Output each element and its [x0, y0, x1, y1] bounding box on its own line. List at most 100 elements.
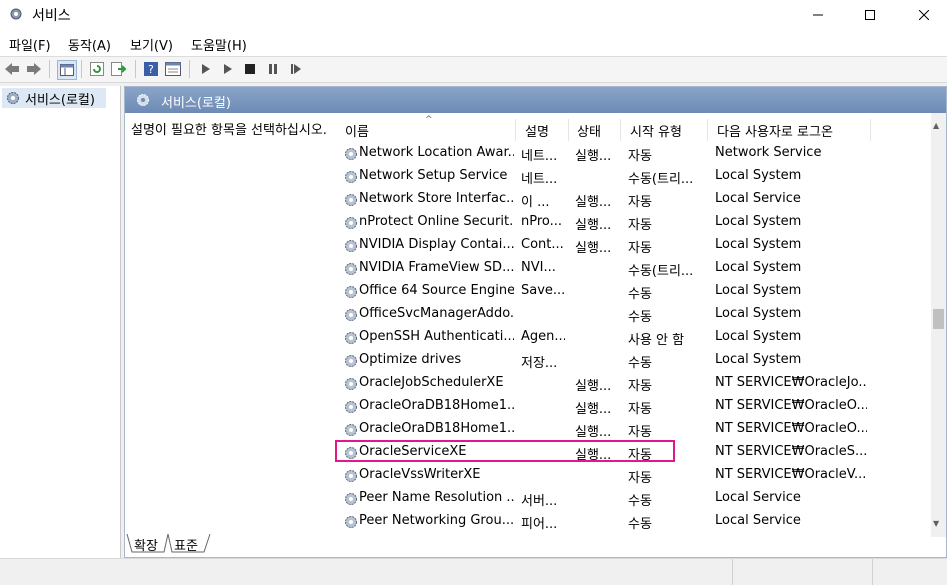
cell-name: Optimize drives — [359, 352, 462, 367]
cell-name: OfficeSvcManagerAddo... — [359, 306, 514, 321]
service-row[interactable]: OpenSSH Authenticati... Agen... 사용 안 함 Loca… — [335, 327, 931, 350]
tab-extended[interactable]: 확장 — [134, 535, 158, 554]
tree-item-services-local[interactable]: 서비스(로컬) — [2, 88, 106, 108]
refresh-button[interactable] — [88, 60, 106, 78]
help-button[interactable]: ? — [142, 60, 160, 78]
service-row[interactable]: Network Store Interfac... 이 ... 실행... 자동 Loc… — [335, 189, 931, 212]
service-gear-icon — [345, 194, 357, 206]
cell-logon: Local Service — [715, 191, 801, 206]
service-gear-icon — [345, 424, 357, 436]
cell-desc: nPro... — [521, 214, 563, 229]
console-tree: 서비스(로컬) — [0, 86, 121, 558]
pause-service-button[interactable] — [264, 60, 282, 78]
service-row[interactable]: Network Setup Service 네트... 수동(트리... Local … — [335, 166, 931, 189]
cell-logon: NT SERVICE₩OracleV... — [715, 467, 867, 482]
cell-name: OracleOraDB18Home1... — [359, 421, 514, 436]
services-pane: 서비스(로컬) 설명이 필요한 항목을 선택하십시오. ^ 이름 설명 상태 시… — [124, 86, 947, 558]
service-row[interactable]: OracleJobSchedulerXE 실행... 자동 NT SERVICE₩Or… — [335, 373, 931, 396]
service-row[interactable]: OracleOraDB18Home1... 실행... 자동 NT SERVICE₩O… — [335, 396, 931, 419]
column-header-status[interactable]: 상태 — [577, 121, 601, 141]
close-icon — [919, 10, 929, 20]
close-button[interactable] — [901, 0, 947, 30]
cell-logon: Local System — [715, 237, 802, 252]
cell-startup: 자동 — [628, 402, 652, 417]
cell-logon: Local System — [715, 168, 802, 183]
cell-status: 실행... — [575, 379, 612, 394]
column-header-logon-as[interactable]: 다음 사용자로 로그온 — [717, 121, 833, 141]
cell-name: NVIDIA FrameView SD... — [359, 260, 514, 275]
service-gear-icon — [345, 240, 357, 252]
service-gear-icon — [345, 401, 357, 413]
services-gear-icon — [7, 92, 19, 104]
cell-name: Network Location Awar... — [359, 145, 514, 160]
cell-status: 실행... — [575, 241, 612, 256]
cell-name: OracleOraDB18Home1... — [359, 398, 514, 413]
service-row[interactable]: nProtect Online Securit... nPro... 실행... 자동… — [335, 212, 931, 235]
export-list-button[interactable] — [110, 60, 128, 78]
stop-service-button[interactable] — [241, 60, 259, 78]
column-header-name[interactable]: ^ 이름 — [345, 115, 433, 141]
cell-logon: Local Service — [715, 490, 801, 505]
show-console-tree-button[interactable] — [57, 60, 77, 80]
cell-logon: NT SERVICE₩OracleJo... — [715, 375, 867, 390]
service-row[interactable]: OfficeSvcManagerAddo... 수동 Local System — [335, 304, 931, 327]
vertical-scrollbar[interactable]: ▲ ▼ — [931, 113, 946, 537]
cell-desc: NVI... — [521, 260, 556, 275]
cell-startup: 수동 — [628, 494, 652, 509]
play-icon — [202, 64, 210, 74]
title-bar: 서비스 — [0, 0, 947, 30]
tab-standard[interactable]: 표준 — [174, 535, 198, 554]
cell-logon: Local System — [715, 329, 802, 344]
cell-name: Office 64 Source Engine — [359, 283, 514, 298]
cell-name: Network Store Interfac... — [359, 191, 514, 206]
service-row[interactable]: OracleOraDB18Home1... 실행... 자동 NT SERVICE₩O… — [335, 419, 931, 442]
cell-name: NVIDIA Display Contai... — [359, 237, 514, 252]
service-row[interactable]: Peer Name Resolution ... 서버... 수동 Local Ser… — [335, 488, 931, 511]
restart-service-button[interactable] — [287, 60, 305, 78]
services-gear-icon — [10, 8, 22, 20]
menu-action[interactable]: 동작(A) — [68, 35, 111, 54]
cell-status: 실행... — [575, 195, 612, 210]
scroll-up-icon[interactable]: ▲ — [933, 121, 939, 130]
cell-desc: Cont... — [521, 237, 564, 252]
menu-help[interactable]: 도움말(H) — [191, 35, 247, 54]
scroll-down-icon[interactable]: ▼ — [933, 519, 939, 528]
service-row[interactable]: NVIDIA FrameView SD... NVI... 수동(트리... Loca… — [335, 258, 931, 281]
service-row[interactable]: Peer Networking Grou... 피어... 수동 Local Serv… — [335, 511, 931, 534]
status-bar — [0, 558, 947, 585]
menu-view[interactable]: 보기(V) — [130, 35, 173, 54]
pane-header: 서비스(로컬) — [125, 87, 946, 113]
cell-name: Network Setup Service — [359, 168, 508, 183]
forward-button[interactable] — [25, 60, 43, 78]
service-row[interactable]: Network Location Awar... 네트... 실행... 자동 Netw… — [335, 143, 931, 166]
cell-startup: 수동 — [628, 287, 652, 302]
service-gear-icon — [345, 516, 357, 528]
maximize-icon — [865, 10, 875, 20]
start-service-2-button[interactable] — [219, 60, 237, 78]
maximize-button[interactable] — [847, 0, 893, 30]
cell-startup: 자동 — [628, 149, 652, 164]
cell-desc: Agen... — [521, 329, 565, 344]
column-header-startup-type[interactable]: 시작 유형 — [630, 121, 682, 141]
column-header-description[interactable]: 설명 — [525, 121, 549, 141]
cell-startup: 자동 — [628, 471, 652, 486]
scrollbar-thumb[interactable] — [933, 309, 944, 329]
cell-desc: Save... — [521, 283, 565, 298]
properties-button[interactable] — [164, 60, 182, 78]
service-row[interactable]: NVIDIA Display Contai... Cont... 실행... 자동 Lo… — [335, 235, 931, 258]
menu-file[interactable]: 파일(F) — [9, 35, 51, 54]
cell-name: Peer Name Resolution ... — [359, 490, 514, 505]
cell-name: OracleJobSchedulerXE — [359, 375, 504, 390]
cell-desc: 이 ... — [521, 195, 550, 210]
window-title: 서비스 — [32, 8, 71, 24]
service-row[interactable]: Optimize drives 저장... 수동 Local System — [335, 350, 931, 373]
minimize-icon — [813, 14, 823, 16]
start-service-button[interactable] — [197, 60, 215, 78]
cell-status: 실행... — [575, 218, 612, 233]
service-row[interactable]: Office 64 Source Engine Save... 수동 Local Sy… — [335, 281, 931, 304]
back-button[interactable] — [3, 60, 21, 78]
minimize-button[interactable] — [795, 0, 841, 30]
services-gear-icon — [137, 94, 149, 106]
cell-startup: 수동 — [628, 310, 652, 325]
service-row[interactable]: OracleVssWriterXE 자동 NT SERVICE₩OracleV... — [335, 465, 931, 488]
